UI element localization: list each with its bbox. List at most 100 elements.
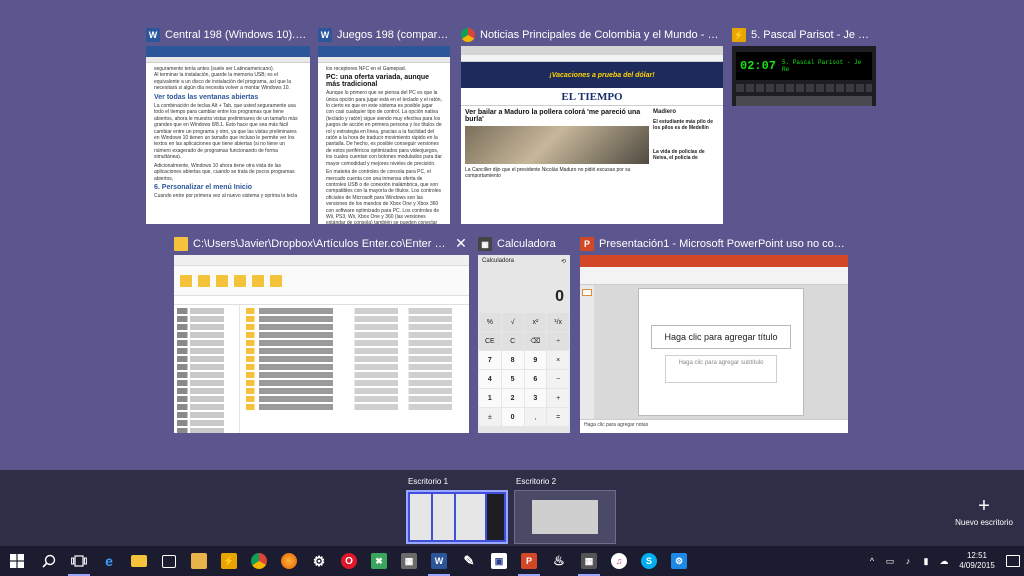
calc-key[interactable]: ¹/x xyxy=(547,313,569,331)
new-desktop-label[interactable]: Nuevo escritorio xyxy=(948,518,1020,527)
window-calculator[interactable]: ▦ Calculadora Calculadora ⟲ 0 % √ x² ¹/x CE C ⌫… xyxy=(478,235,570,433)
taskbar-photos[interactable] xyxy=(184,546,214,576)
doc-heading: PC: una oferta variada, aunque más tradi… xyxy=(326,74,430,88)
taskbar-app-green[interactable]: ✖ xyxy=(364,546,394,576)
doc-text: los receptores NFC en el Gamepad. xyxy=(326,66,407,72)
music-icon: ♫ xyxy=(611,553,627,569)
calc-key[interactable]: x² xyxy=(524,313,547,331)
taskbar-app-blue[interactable]: ▣ xyxy=(484,546,514,576)
doc-text: En materia de controles de consola para … xyxy=(326,169,442,224)
clock[interactable]: 12:51 4/09/2015 xyxy=(956,551,998,571)
chevron-up-icon[interactable]: ^ xyxy=(866,556,878,566)
window-header: C:\Users\Javier\Dropbox\Artículos Enter.… xyxy=(174,235,451,253)
calc-key[interactable]: 5 xyxy=(501,370,524,388)
notes-placeholder: Haga clic para agregar notas xyxy=(580,419,848,433)
app-icon: ▣ xyxy=(491,553,507,569)
calc-key[interactable]: = xyxy=(547,408,569,426)
calc-key[interactable]: 9 xyxy=(524,351,547,369)
powerpoint-icon: P xyxy=(580,237,594,251)
calc-key[interactable]: ⌫ xyxy=(524,332,547,350)
calc-key[interactable]: 3 xyxy=(524,389,547,407)
close-icon[interactable]: ✕ xyxy=(453,235,469,251)
calc-key[interactable]: + xyxy=(547,389,569,407)
taskbar-app-settings[interactable]: ⚙ xyxy=(664,546,694,576)
calc-key[interactable]: C xyxy=(501,332,524,350)
window-file-explorer[interactable]: C:\Users\Javier\Dropbox\Artículos Enter.… xyxy=(174,235,469,433)
news-photo xyxy=(465,126,649,164)
taskbar-app-grid[interactable]: ▦ xyxy=(394,546,424,576)
calc-key[interactable]: ÷ xyxy=(547,332,569,350)
taskbar-paint[interactable]: ✎ xyxy=(454,546,484,576)
taskbar-store[interactable] xyxy=(154,546,184,576)
search-icon xyxy=(42,554,56,568)
window-header: ⚡ 5. Pascal Parisot - Je Reste A... xyxy=(732,26,876,44)
folder-icon xyxy=(131,555,147,567)
calc-key[interactable]: , xyxy=(524,408,547,426)
ad-banner: ¡Vacaciones a prueba del dólar! xyxy=(461,62,723,88)
taskbar-calculator[interactable]: ▦ xyxy=(574,546,604,576)
taskbar-itunes[interactable]: ♫ xyxy=(604,546,634,576)
doc-heading: 6. Personalizar el menú Inicio xyxy=(154,183,253,191)
subtitle-placeholder: Haga clic para agregar subtítulo xyxy=(665,355,777,383)
calc-key[interactable]: √ xyxy=(501,313,524,331)
calc-key[interactable]: 6 xyxy=(524,370,547,388)
new-desktop-plus-icon[interactable]: + xyxy=(974,496,994,516)
taskbar-chrome[interactable] xyxy=(244,546,274,576)
taskbar-explorer[interactable] xyxy=(124,546,154,576)
flame-icon: ♨ xyxy=(553,553,565,568)
window-word-central[interactable]: W Central 198 (Windows 10).docx -... seg… xyxy=(146,26,310,224)
volume-icon[interactable]: ♪ xyxy=(902,556,914,566)
start-button[interactable] xyxy=(0,546,34,576)
paint-icon: ✎ xyxy=(463,553,475,568)
history-icon: ⟲ xyxy=(560,259,566,265)
desktop-1-thumbnail[interactable] xyxy=(406,490,508,544)
notifications-icon[interactable] xyxy=(1006,555,1020,567)
calc-key[interactable]: 8 xyxy=(501,351,524,369)
window-chrome-eltiempo[interactable]: Noticias Principales de Colombia y el Mu… xyxy=(461,26,723,224)
window-thumbnail: los receptores NFC en el Gamepad. PC: un… xyxy=(318,46,450,224)
doc-text: Adicionalmente, Windows 10 ahora tiene o… xyxy=(154,162,295,182)
taskbar-app-flame[interactable]: ♨ xyxy=(544,546,574,576)
calc-key[interactable]: × xyxy=(547,351,569,369)
windows-logo-icon xyxy=(10,554,24,568)
cloud-icon[interactable]: ☁ xyxy=(938,556,950,567)
sidebar-heading: Madiero xyxy=(653,109,677,115)
window-title: 5. Pascal Parisot - Je Reste A... xyxy=(751,29,876,41)
store-icon xyxy=(162,554,176,568)
window-title: Central 198 (Windows 10).docx -... xyxy=(165,29,310,41)
calc-key[interactable]: CE xyxy=(479,332,501,350)
taskbar-edge[interactable]: e xyxy=(94,546,124,576)
taskbar-opera[interactable]: O xyxy=(334,546,364,576)
desktop-2-thumbnail[interactable] xyxy=(514,490,616,544)
window-title: Calculadora xyxy=(497,238,556,250)
taskbar-word[interactable]: W xyxy=(424,546,454,576)
task-view-button[interactable] xyxy=(64,546,94,576)
window-word-juegos[interactable]: W Juegos 198 (comparació... los receptor… xyxy=(318,26,450,224)
taskbar-settings[interactable]: ⚙ xyxy=(304,546,334,576)
gear-icon: ⚙ xyxy=(671,553,687,569)
calc-keypad: % √ x² ¹/x CE C ⌫ ÷ 7 8 9 × 4 5 6− 1 2 3 + ±0, = xyxy=(478,313,570,426)
network-icon[interactable]: ▭ xyxy=(884,556,896,567)
calc-key[interactable]: 2 xyxy=(501,389,524,407)
taskbar-winamp[interactable]: ⚡ xyxy=(214,546,244,576)
taskbar-powerpoint[interactable]: P xyxy=(514,546,544,576)
sidebar-text: La vida de policías de Neiva, el policía… xyxy=(653,149,705,161)
calc-key[interactable]: 7 xyxy=(479,351,501,369)
taskbar-skype[interactable]: S xyxy=(634,546,664,576)
calc-key[interactable]: − xyxy=(547,370,569,388)
calc-key[interactable]: 4 xyxy=(479,370,501,388)
window-header: W Central 198 (Windows 10).docx -... xyxy=(146,26,310,44)
calc-key[interactable]: 0 xyxy=(501,408,524,426)
battery-icon[interactable]: ▮ xyxy=(920,556,932,567)
search-button[interactable] xyxy=(34,546,64,576)
window-winamp[interactable]: ⚡ 5. Pascal Parisot - Je Reste A... 02:0… xyxy=(732,26,876,106)
clock-date: 4/09/2015 xyxy=(959,561,995,570)
site-masthead: EL TIEMPO xyxy=(461,88,723,106)
window-title: Noticias Principales de Colombia y el Mu… xyxy=(480,29,723,41)
calc-key[interactable]: 1 xyxy=(479,389,501,407)
calc-key[interactable]: ± xyxy=(479,408,501,426)
taskbar-firefox[interactable] xyxy=(274,546,304,576)
winamp-icon: ⚡ xyxy=(221,553,237,569)
window-powerpoint[interactable]: P Presentación1 - Microsoft PowerPoint u… xyxy=(580,235,848,433)
calc-key[interactable]: % xyxy=(479,313,501,331)
